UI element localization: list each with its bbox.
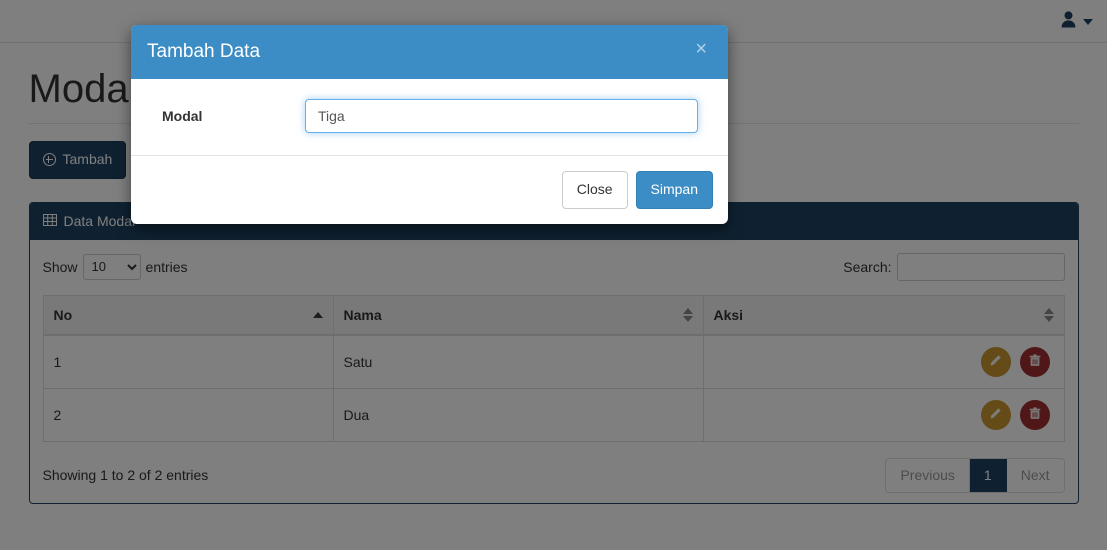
modal-input[interactable] xyxy=(305,99,698,133)
add-data-modal: Tambah Data × Modal Close Simpan xyxy=(131,25,728,224)
close-button[interactable]: Close xyxy=(561,171,628,209)
modal-title: Tambah Data xyxy=(147,41,261,62)
modal-field-label: Modal xyxy=(162,108,203,124)
modal-body: Modal xyxy=(131,79,728,155)
modal-header: Tambah Data × xyxy=(131,25,728,79)
modal-footer: Close Simpan xyxy=(131,155,728,224)
close-icon[interactable]: × xyxy=(689,38,713,60)
save-button[interactable]: Simpan xyxy=(635,171,713,209)
